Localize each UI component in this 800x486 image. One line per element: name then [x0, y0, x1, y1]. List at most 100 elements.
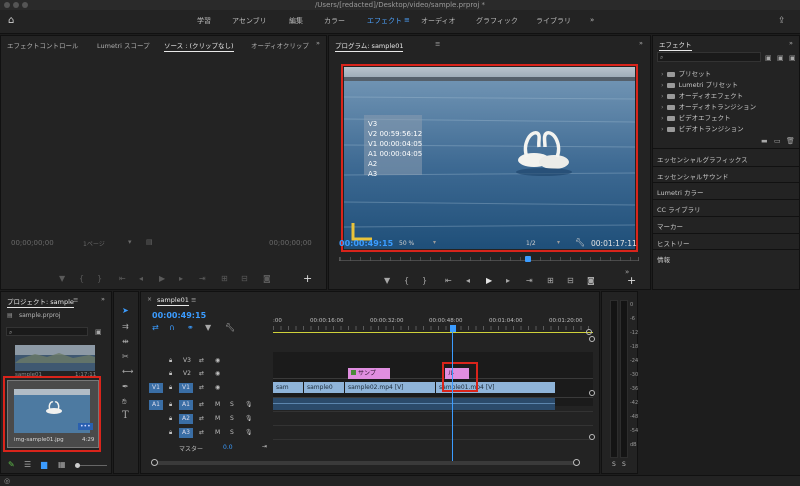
sync-lock-icon[interactable]: ⇄ [199, 370, 204, 377]
hand-tool-icon[interactable]: ✋︎ [122, 397, 127, 407]
freeform-view-icon[interactable]: ▦ [58, 460, 66, 470]
track-a3-label[interactable]: A3 [179, 428, 193, 438]
track-lock-icon[interactable]: 🔒︎ [169, 384, 172, 392]
v-scroll-handle[interactable] [589, 336, 595, 342]
master-go-to-end-icon[interactable]: ⇥ [262, 443, 267, 450]
track-a1-label[interactable]: A1 [179, 400, 193, 410]
mute-button[interactable]: M [215, 429, 220, 436]
track-lock-icon[interactable]: 🔒︎ [169, 357, 172, 365]
ripple-edit-tool-icon[interactable]: ⇹ [122, 337, 129, 347]
time-ruler[interactable]: :00 00:00:16:00 00:00:32:00 00:00:48:00 … [273, 310, 593, 334]
mark-out-icon[interactable]: } [97, 274, 102, 284]
type-tool-icon[interactable]: T [122, 411, 129, 421]
effects-item-video-effects[interactable]: › ビデオエフェクト [661, 112, 731, 122]
mark-in-icon[interactable]: { [404, 276, 409, 286]
pencil-icon[interactable]: ✎ [8, 460, 15, 470]
workspace-libraries[interactable]: ライブラリ [536, 16, 571, 26]
panel-more-icon[interactable]: » [316, 39, 320, 47]
project-menu-icon[interactable]: ≡ [73, 296, 78, 304]
source-fit-icon[interactable]: ▤ [146, 238, 153, 246]
mute-button[interactable]: M [215, 401, 220, 408]
selection-tool-icon[interactable]: ➤ [122, 306, 129, 316]
panel-more-icon[interactable]: » [789, 39, 793, 47]
insert-icon[interactable]: ⊞ [221, 274, 228, 284]
effects-item-audio-transitions[interactable]: › オーディオトランジション [661, 101, 756, 111]
marker-icon[interactable]: ▼ [384, 276, 390, 286]
sequence-thumbnail[interactable] [15, 345, 95, 371]
tab-effect-controls[interactable]: エフェクトコントロール [7, 40, 79, 50]
track-lock-icon[interactable]: 🔒︎ [169, 415, 172, 423]
tab-audio-clip-mixer[interactable]: オーディオクリップ [251, 40, 309, 50]
meter-solo-right[interactable]: S [622, 461, 626, 468]
step-back-icon[interactable]: ◂ [466, 276, 470, 286]
go-to-in-icon[interactable]: ⇤ [445, 276, 452, 286]
sync-lock-icon[interactable]: ⇄ [199, 429, 204, 436]
effects-item-lumetri-presets[interactable]: › Lumetri プリセット [661, 79, 738, 89]
workspace-effects[interactable]: エフェクト [367, 16, 402, 26]
tab-lumetri-scopes[interactable]: Lumetri スコープ [97, 40, 150, 50]
new-bin-icon[interactable]: ▬ [761, 136, 768, 146]
program-title[interactable]: プログラム: sample01 [335, 40, 404, 52]
slip-tool-icon[interactable]: ⟷ [122, 367, 133, 377]
v-scroll-handle[interactable] [589, 390, 595, 396]
timeline-playhead[interactable] [450, 325, 456, 332]
nest-icon[interactable]: ⇄ [152, 323, 159, 333]
timeline-menu-icon[interactable]: ≡ [191, 296, 196, 304]
program-menu-icon[interactable]: ≡ [435, 40, 440, 48]
master-volume[interactable]: 0.0 [223, 444, 233, 451]
source-page-select[interactable]: 1ページ [83, 239, 105, 248]
mark-in-icon[interactable]: { [79, 274, 84, 284]
source-patch-a1[interactable]: A1 [149, 400, 163, 410]
timeline-settings-icon[interactable]: 🔧︎ [225, 323, 235, 333]
track-eye-icon[interactable]: ◉ [215, 370, 220, 377]
home-icon[interactable]: ⌂ [8, 16, 14, 26]
solo-button[interactable]: S [230, 429, 234, 436]
zoom-select[interactable]: 50 % [399, 240, 414, 247]
sync-lock-icon[interactable]: ⇄ [199, 357, 204, 364]
find-icon[interactable]: ▣ [95, 327, 102, 337]
minimize-window-button[interactable] [13, 2, 19, 8]
effects-item-audio-effects[interactable]: › オーディオエフェクト [661, 90, 743, 100]
resolution-dropdown-icon[interactable]: ▾ [557, 239, 560, 246]
go-to-out-icon[interactable]: ⇥ [199, 274, 206, 284]
section-lumetri-color[interactable]: Lumetri カラー [657, 187, 704, 197]
track-select-tool-icon[interactable]: ⇉ [122, 322, 129, 332]
extract-icon[interactable]: ⊟ [567, 276, 574, 286]
overwrite-icon[interactable]: ⊟ [241, 274, 248, 284]
go-to-in-icon[interactable]: ⇤ [119, 274, 126, 284]
track-lock-icon[interactable]: 🔒︎ [169, 370, 172, 378]
timeline-tab[interactable]: sample01 [157, 296, 189, 306]
workspace-edit[interactable]: 編集 [289, 16, 303, 26]
clip-v1[interactable]: sam [273, 382, 303, 393]
mark-out-icon[interactable]: } [422, 276, 427, 286]
voiceover-icon[interactable]: 🎙︎ [245, 429, 253, 436]
linked-selection-icon[interactable]: ⚭ [187, 323, 194, 333]
section-essential-sound[interactable]: エッセンシャルサウンド [657, 171, 729, 181]
program-timecode[interactable]: 00:00:49:15 [339, 239, 393, 248]
sync-lock-icon[interactable]: ⇄ [199, 384, 204, 391]
sync-lock-icon[interactable]: ⇄ [199, 401, 204, 408]
panel-more-icon[interactable]: » [101, 295, 105, 303]
track-lock-icon[interactable]: 🔒︎ [169, 401, 172, 409]
section-cc-libraries[interactable]: CC ライブラリ [657, 204, 701, 214]
workspace-assembly[interactable]: アセンブリ [232, 16, 267, 26]
section-essential-graphics[interactable]: エッセンシャルグラフィックス [657, 154, 748, 164]
workspace-menu-icon[interactable]: ≡ [404, 16, 410, 24]
workspace-audio[interactable]: オーディオ [421, 16, 456, 26]
solo-button[interactable]: S [230, 415, 234, 422]
export-frame-icon[interactable]: ◙ [587, 276, 595, 286]
export-frame-icon[interactable]: ◙ [263, 274, 271, 284]
section-info[interactable]: 情報 [657, 254, 670, 264]
step-forward-icon[interactable]: ▸ [179, 274, 183, 284]
play-icon[interactable]: ▶ [486, 276, 492, 286]
close-window-button[interactable] [4, 2, 10, 8]
workspace-learn[interactable]: 学習 [197, 16, 211, 26]
snap-icon[interactable]: ∩ [169, 323, 175, 333]
track-v1-label[interactable]: V1 [179, 383, 193, 393]
section-markers[interactable]: マーカー [657, 221, 683, 231]
sync-lock-icon[interactable]: ⇄ [199, 415, 204, 422]
yuv-effects-icon[interactable]: ▣ [789, 53, 796, 63]
clip-v1[interactable]: sample0 [304, 382, 344, 393]
accelerated-effects-icon[interactable]: ▣ [765, 53, 772, 63]
program-scrubber[interactable] [339, 256, 639, 264]
